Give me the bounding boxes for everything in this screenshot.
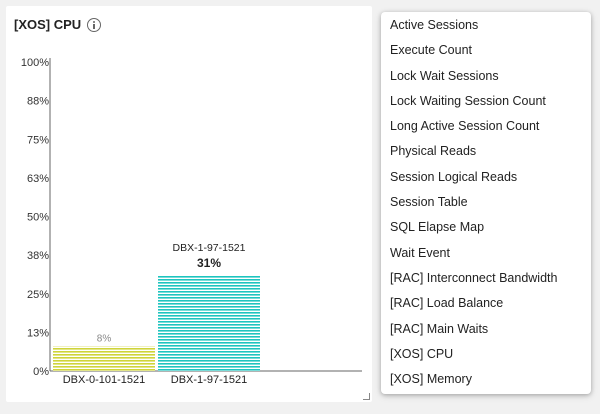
y-tick-label: 38% [27, 250, 49, 262]
y-tick-label: 50% [27, 212, 49, 224]
x-category-label: DBX-1-97-1521 [171, 374, 247, 386]
menu-item[interactable]: Wait Event [381, 241, 591, 266]
menu-item[interactable]: Session Logical Reads [381, 165, 591, 190]
menu-item[interactable]: Execute Count [381, 38, 591, 63]
resize-handle[interactable] [363, 393, 370, 400]
menu-item[interactable]: [RAC] Load Balance [381, 291, 591, 316]
menu-item[interactable]: SQL Elapse Map [381, 215, 591, 240]
menu-item[interactable]: [XOS] Memory [381, 367, 591, 392]
y-tick-label: 75% [27, 134, 49, 146]
menu-item[interactable]: Physical Reads [381, 139, 591, 164]
menu-item[interactable]: Session Table [381, 190, 591, 215]
y-tick-label: 0% [33, 366, 49, 378]
y-tick-label: 25% [27, 289, 49, 301]
bar-value-label: 31% [197, 256, 221, 270]
y-tick-label: 13% [27, 327, 49, 339]
y-tick-label: 88% [27, 96, 49, 108]
x-category-label: DBX-0-101-1521 [63, 374, 146, 386]
menu-item[interactable]: Long Active Session Count [381, 114, 591, 139]
cpu-bar-chart: 0% 13% 25% 38% 50% 63% 75% 88% 100% DBX-0-101-15… [21, 57, 362, 386]
widget-menu: Active Sessions Execute Count Lock Wait Se… [381, 12, 591, 394]
menu-item[interactable]: Active Sessions [381, 13, 591, 38]
menu-item[interactable]: [XOS] CPU [381, 342, 591, 367]
bar-series-label: DBX-1-97-1521 [173, 242, 246, 254]
y-tick-label: 100% [21, 57, 49, 69]
bar-value-label: 8% [97, 333, 112, 344]
menu-item[interactable]: Lock Waiting Session Count [381, 89, 591, 114]
menu-item[interactable]: Lock Wait Sessions [381, 64, 591, 89]
menu-item[interactable]: [RAC] Interconnect Bandwidth [381, 266, 591, 291]
y-tick-label: 63% [27, 173, 49, 185]
bar-dbx-1-97-1521[interactable] [158, 275, 260, 371]
chart-panel: [XOS] CPU 0% 13% 25% 38% 50% 63% 75% 88% 100% DB… [6, 6, 372, 402]
menu-item[interactable]: [RAC] Main Waits [381, 317, 591, 342]
bar-dbx-0-101-1521[interactable] [53, 346, 155, 371]
